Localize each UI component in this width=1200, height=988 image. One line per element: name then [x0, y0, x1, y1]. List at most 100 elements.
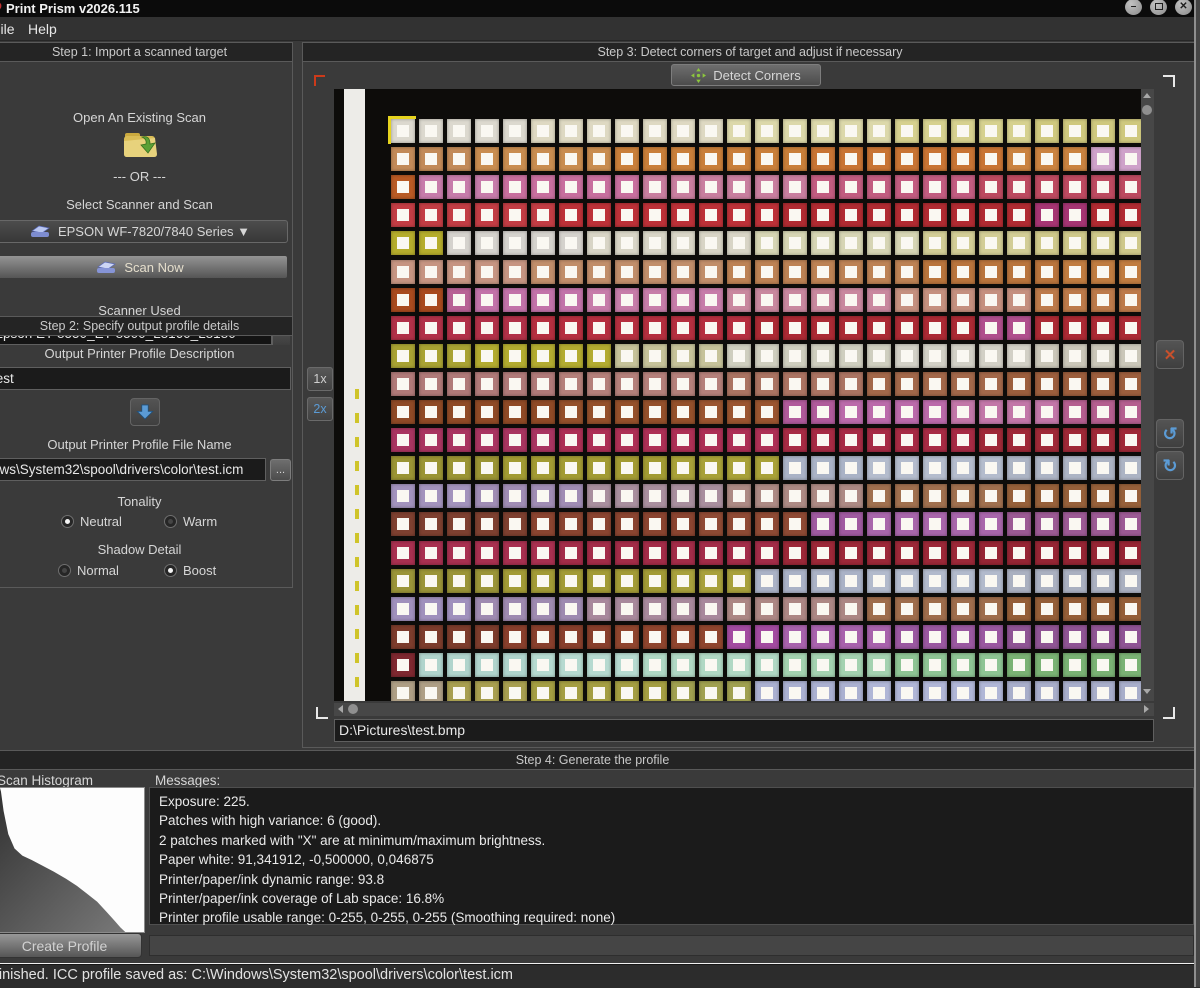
color-patch [643, 316, 667, 340]
corner-marker-top-right[interactable] [1163, 75, 1175, 87]
color-patch [587, 288, 611, 312]
scroll-left-arrow-icon[interactable] [338, 705, 343, 713]
color-patch [699, 541, 723, 565]
browse-button[interactable]: ... [270, 459, 291, 481]
zoom-2x-button[interactable]: 2x [307, 397, 333, 421]
color-patch [643, 653, 667, 677]
scanner-select-dropdown[interactable]: EPSON WF-7820/7840 Series ▼ [0, 220, 288, 243]
color-patch [419, 484, 443, 508]
color-patch [755, 541, 779, 565]
color-patch [475, 597, 499, 621]
color-patch [1007, 231, 1031, 255]
tonality-label: Tonality [0, 494, 292, 509]
detect-corners-button[interactable]: Detect Corners [671, 64, 821, 86]
color-patch [643, 119, 667, 143]
color-patch [895, 569, 919, 593]
file-name-input[interactable]: ows\System32\spool\drivers\color\test.ic… [0, 458, 266, 481]
color-patch [895, 147, 919, 171]
zoom-1x-button[interactable]: 1x [307, 367, 333, 391]
color-patch [531, 541, 555, 565]
rotate-ccw-button[interactable]: ↺ [1156, 419, 1184, 448]
color-patch [811, 119, 835, 143]
color-patch [1007, 400, 1031, 424]
scroll-down-arrow-icon[interactable] [1143, 689, 1151, 694]
select-scanner-label: Select Scanner and Scan [0, 197, 292, 212]
color-patch [559, 316, 583, 340]
color-patch [923, 541, 947, 565]
corner-marker-top-left[interactable] [314, 75, 325, 86]
color-patch [447, 175, 471, 199]
vertical-scrollbar-thumb[interactable] [1142, 105, 1152, 115]
open-scan-button[interactable] [122, 127, 160, 163]
image-path-input[interactable]: D:\Pictures\test.bmp [334, 719, 1154, 742]
color-patch [895, 456, 919, 480]
color-patch [419, 597, 443, 621]
color-patch [475, 456, 499, 480]
color-patch [867, 147, 891, 171]
color-patch [1035, 597, 1059, 621]
color-patch [559, 484, 583, 508]
color-patch [475, 344, 499, 368]
menu-file[interactable]: File [0, 19, 19, 39]
corner-marker-bottom-left[interactable] [316, 707, 328, 719]
copy-description-button[interactable] [130, 398, 160, 426]
maximize-button[interactable] [1150, 0, 1167, 15]
create-profile-button[interactable]: Create Profile [0, 933, 142, 958]
color-patch [755, 484, 779, 508]
color-patch [1035, 625, 1059, 649]
menu-help[interactable]: Help [24, 19, 61, 39]
color-patch [951, 344, 975, 368]
scan-image[interactable] [334, 89, 1141, 701]
color-patch [1007, 372, 1031, 396]
color-patch [419, 400, 443, 424]
color-patch [447, 428, 471, 452]
color-patch [1119, 541, 1141, 565]
rotate-cw-button[interactable]: ↻ [1156, 451, 1184, 480]
tonality-neutral-radio[interactable]: Neutral [61, 514, 122, 529]
color-patch [615, 653, 639, 677]
color-patch [531, 653, 555, 677]
color-patch [1091, 456, 1115, 480]
corner-marker-bottom-right[interactable] [1163, 707, 1175, 719]
menu-bar: File Help [0, 17, 1200, 41]
color-patch [475, 512, 499, 536]
shadow-boost-radio[interactable]: Boost [164, 563, 216, 578]
shadow-normal-radio[interactable]: Normal [58, 563, 119, 578]
color-patch [951, 119, 975, 143]
scroll-up-arrow-icon[interactable] [1143, 93, 1151, 98]
description-input[interactable]: test [0, 367, 291, 390]
color-patch [755, 175, 779, 199]
color-patch [1035, 428, 1059, 452]
color-patch [1091, 147, 1115, 171]
color-patch [559, 231, 583, 255]
scan-now-button[interactable]: Scan Now [0, 255, 288, 279]
close-button[interactable]: ✕ [1175, 0, 1192, 15]
color-patch [895, 203, 919, 227]
color-patch [559, 119, 583, 143]
color-patch [923, 681, 947, 701]
color-patch [1035, 541, 1059, 565]
color-patch [587, 231, 611, 255]
minimize-button[interactable]: – [1125, 0, 1142, 15]
color-patch [755, 260, 779, 284]
color-patch [671, 597, 695, 621]
color-patch [727, 372, 751, 396]
color-patch [447, 372, 471, 396]
horizontal-scrollbar-thumb[interactable] [348, 704, 358, 714]
scroll-right-arrow-icon[interactable] [1144, 705, 1149, 713]
color-patch [419, 119, 443, 143]
delete-corner-button[interactable]: ✕ [1156, 340, 1184, 369]
vertical-scrollbar[interactable] [1141, 89, 1154, 701]
horizontal-scrollbar[interactable] [334, 703, 1154, 716]
color-patch [447, 231, 471, 255]
color-patch [531, 119, 555, 143]
tonality-warm-radio[interactable]: Warm [164, 514, 217, 529]
color-patch [979, 288, 1003, 312]
color-patch [951, 597, 975, 621]
color-patch [979, 484, 1003, 508]
app-window: Print Prism v2026.115 – ✕ File Help Step… [0, 0, 1200, 987]
tonality-warm-label: Warm [183, 514, 217, 529]
color-patch [867, 653, 891, 677]
color-patch [671, 344, 695, 368]
color-patch [923, 625, 947, 649]
